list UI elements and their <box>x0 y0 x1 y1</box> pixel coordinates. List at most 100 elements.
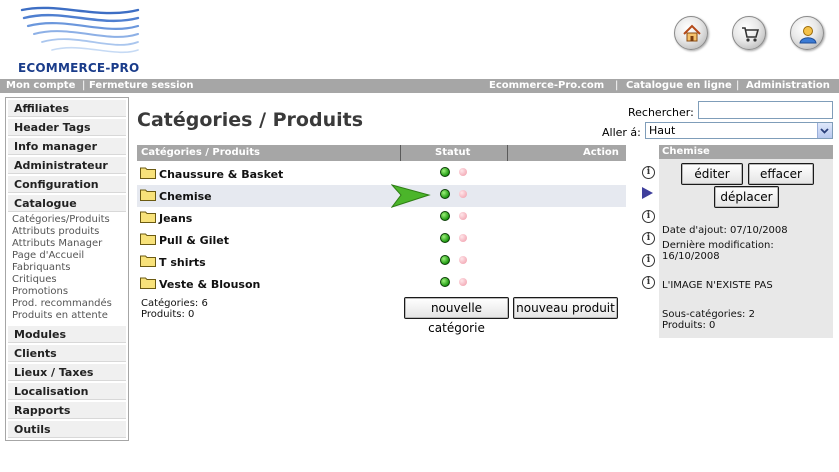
goto-select[interactable]: Haut <box>645 122 833 139</box>
link-logout[interactable]: Fermeture session <box>89 79 194 93</box>
folder-icon <box>140 277 156 289</box>
table-row[interactable]: Veste & Blouson <box>137 273 626 295</box>
catalogue-submenu: Catégories/Produits Attributs produits A… <box>8 213 126 326</box>
info-icon[interactable]: i <box>642 232 655 245</box>
row-name[interactable]: Veste & Blouson <box>159 278 260 291</box>
status-active-icon[interactable] <box>440 277 450 287</box>
status-active-icon[interactable] <box>440 255 450 265</box>
status-active-icon[interactable] <box>440 211 450 221</box>
table-row[interactable]: T shirts <box>137 251 626 273</box>
submenu-item[interactable]: Prod. recommandés <box>12 298 112 310</box>
totals: Catégories: 6 Produits: 0 <box>141 298 208 320</box>
chevron-down-icon[interactable] <box>817 123 832 138</box>
folder-icon <box>140 255 156 267</box>
column-header-status: Statut <box>435 147 471 158</box>
row-name[interactable]: Pull & Gilet <box>159 234 229 247</box>
info-icon[interactable]: i <box>642 166 655 179</box>
last-modified-label: Dernière modification: <box>662 240 774 251</box>
cart-button[interactable] <box>732 16 766 50</box>
status-active-icon[interactable] <box>440 167 450 177</box>
submenu-item[interactable]: Fabriquants <box>12 262 70 274</box>
sidebar-item-info-manager[interactable]: Info manager <box>8 138 126 155</box>
link-administration[interactable]: Administration <box>746 79 830 93</box>
submenu-item[interactable]: Produits en attente <box>12 310 108 322</box>
brand-logo <box>20 6 140 54</box>
panel-title: Chemise <box>659 145 833 159</box>
folder-icon <box>140 189 156 201</box>
link-ecommerce-pro[interactable]: Ecommerce-Pro.com <box>489 79 604 93</box>
page-title: Catégories / Produits <box>137 109 364 131</box>
date-added: Date d'ajout: 07/10/2008 <box>662 225 788 236</box>
last-modified-value: 16/10/2008 <box>662 251 720 262</box>
sidebar: Affiliates Header Tags Info manager Admi… <box>5 97 129 441</box>
row-name[interactable]: Chemise <box>159 190 212 203</box>
info-icon[interactable]: i <box>642 276 655 289</box>
row-name[interactable]: Chaussure & Basket <box>159 168 283 181</box>
sidebar-item-catalogue[interactable]: Catalogue <box>8 195 126 212</box>
separator: | <box>736 80 740 91</box>
table-row[interactable]: Chaussure & Basket <box>137 163 626 185</box>
sidebar-item-taxes[interactable]: Lieux / Taxes <box>8 364 126 381</box>
sidebar-item-affiliates[interactable]: Affiliates <box>8 100 126 117</box>
row-name[interactable]: T shirts <box>159 256 206 269</box>
table-row[interactable]: Pull & Gilet <box>137 229 626 251</box>
folder-icon <box>140 233 156 245</box>
product-count: Produits: 0 <box>141 309 195 320</box>
top-nav-bar: Mon compte | Fermeture session Ecommerce… <box>0 79 839 93</box>
info-icon[interactable]: i <box>642 210 655 223</box>
table-row[interactable]: Jeans <box>137 207 626 229</box>
delete-button[interactable]: effacer <box>748 163 814 185</box>
home-button[interactable] <box>674 16 708 50</box>
search-label: Rechercher: <box>628 106 694 119</box>
submenu-item[interactable]: Catégories/Produits <box>12 214 110 226</box>
category-count: Catégories: 6 <box>141 298 208 309</box>
status-inactive-icon[interactable] <box>459 256 467 264</box>
sidebar-item-tools[interactable]: Outils <box>8 421 126 438</box>
status-active-icon[interactable] <box>440 189 450 199</box>
goto-label: Aller á: <box>602 126 641 139</box>
status-inactive-icon[interactable] <box>459 234 467 242</box>
sidebar-item-modules[interactable]: Modules <box>8 326 126 343</box>
home-icon <box>683 24 701 42</box>
submenu-item[interactable]: Promotions <box>12 286 68 298</box>
subcategory-count: Sous-catégories: 2 <box>662 309 755 320</box>
sidebar-item-header-tags[interactable]: Header Tags <box>8 119 126 136</box>
submenu-item[interactable]: Page d'Accueil <box>12 250 84 262</box>
sidebar-item-clients[interactable]: Clients <box>8 345 126 362</box>
sidebar-item-localisation[interactable]: Localisation <box>8 383 126 400</box>
edit-button[interactable]: éditer <box>681 163 743 185</box>
column-divider <box>400 145 401 161</box>
submenu-item[interactable]: Attributs Manager <box>12 238 102 250</box>
move-button[interactable]: déplacer <box>714 186 779 208</box>
info-icon[interactable]: i <box>642 254 655 267</box>
user-button[interactable] <box>790 16 824 50</box>
search-input[interactable] <box>698 101 833 119</box>
selection-arrow-icon <box>391 184 431 208</box>
table-row[interactable]: Chemise <box>137 184 626 208</box>
submenu-item[interactable]: Attributs produits <box>12 226 99 238</box>
folder-icon <box>140 167 156 179</box>
status-active-icon[interactable] <box>440 233 450 243</box>
table-header: Catégories / Produits Statut Action <box>137 145 626 161</box>
goto-selected-value: Haut <box>649 124 676 137</box>
submenu-item[interactable]: Critiques <box>12 274 57 286</box>
row-name[interactable]: Jeans <box>159 212 192 225</box>
status-inactive-icon[interactable] <box>459 278 467 286</box>
sidebar-item-reports[interactable]: Rapports <box>8 402 126 419</box>
status-inactive-icon[interactable] <box>459 190 467 198</box>
separator: | <box>615 80 619 91</box>
column-divider <box>507 145 508 161</box>
panel-product-count: Produits: 0 <box>662 320 716 331</box>
new-category-button[interactable]: nouvelle catégorie <box>404 297 509 335</box>
image-missing-note: L'IMAGE N'EXISTE PAS <box>662 280 773 291</box>
sidebar-item-configuration[interactable]: Configuration <box>8 176 126 193</box>
status-inactive-icon[interactable] <box>459 168 467 176</box>
selected-row-arrow-icon <box>642 187 653 199</box>
new-product-button[interactable]: nouveau produit <box>513 297 618 319</box>
link-my-account[interactable]: Mon compte <box>6 79 75 93</box>
column-header-name: Catégories / Produits <box>141 147 260 158</box>
link-online-catalog[interactable]: Catalogue en ligne <box>626 79 732 93</box>
sidebar-item-administrateur[interactable]: Administrateur <box>8 157 126 174</box>
details-panel: Chemise éditer effacer déplacer Date d'a… <box>659 145 833 338</box>
status-inactive-icon[interactable] <box>459 212 467 220</box>
